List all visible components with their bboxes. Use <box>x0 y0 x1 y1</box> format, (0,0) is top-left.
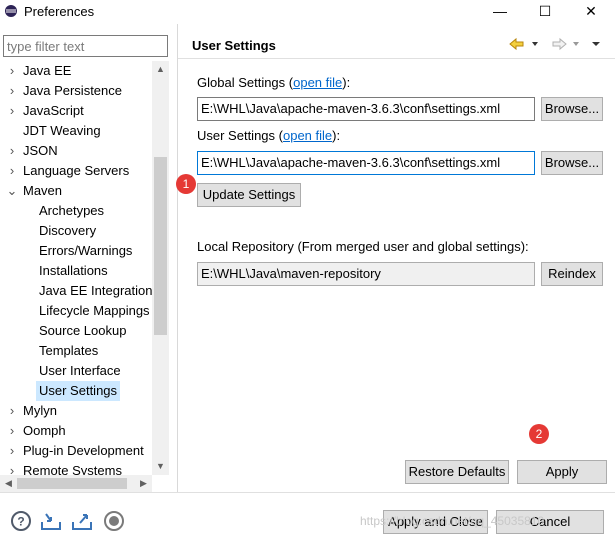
chevron-right-icon[interactable]: › <box>6 441 18 461</box>
export-icon[interactable] <box>71 510 93 532</box>
tree-item-label: JDT Weaving <box>23 123 101 138</box>
tree-item-label: Java EE <box>23 63 72 78</box>
tree-item-label: Remote Systems <box>23 463 122 475</box>
scroll-down-icon[interactable]: ▼ <box>152 458 169 475</box>
user-settings-field[interactable]: E:\WHL\Java\apache-maven-3.6.3\conf\sett… <box>197 151 535 175</box>
scrollbar-thumb[interactable] <box>154 157 167 335</box>
global-settings-field[interactable]: E:\WHL\Java\apache-maven-3.6.3\conf\sett… <box>197 97 535 121</box>
chevron-down-icon[interactable]: ⌄ <box>6 181 18 201</box>
chevron-right-icon[interactable]: › <box>6 101 18 121</box>
tree-item-label: Archetypes <box>39 203 105 218</box>
tree-item-label: JSON <box>23 143 58 158</box>
global-browse-button[interactable]: Browse... <box>541 97 603 121</box>
tree-item-label: Templates <box>39 343 99 358</box>
reindex-button[interactable]: Reindex <box>541 262 603 286</box>
tree-item-label: Errors/Warnings <box>39 243 133 258</box>
tree-item-label: Maven <box>23 183 63 198</box>
chevron-right-icon[interactable]: › <box>6 161 18 181</box>
chevron-right-icon[interactable]: › <box>6 421 18 441</box>
page-title: User Settings <box>192 38 276 53</box>
chevron-right-icon[interactable]: › <box>6 461 18 475</box>
annotation-badge-1: 1 <box>176 174 196 194</box>
back-menu-chevron-down-icon[interactable] <box>532 42 538 46</box>
chevron-right-icon[interactable]: › <box>6 81 18 101</box>
maximize-button[interactable]: ☐ <box>522 0 568 24</box>
tree-item-label: Java Persistence <box>23 83 122 98</box>
restore-defaults-button[interactable]: Restore Defaults <box>405 460 509 484</box>
record-icon[interactable] <box>103 510 125 532</box>
update-settings-button[interactable]: Update Settings <box>197 183 301 207</box>
tree-item-label: JavaScript <box>23 103 84 118</box>
back-arrow-icon[interactable] <box>509 37 524 51</box>
tree-item-label: Mylyn <box>23 403 57 418</box>
user-browse-button[interactable]: Browse... <box>541 151 603 175</box>
apply-button[interactable]: Apply <box>517 460 607 484</box>
forward-arrow-icon[interactable] <box>552 37 567 51</box>
minimize-button[interactable]: — <box>477 0 523 24</box>
annotation-badge-2: 2 <box>529 424 549 444</box>
view-menu-icon[interactable] <box>592 42 600 46</box>
help-icon[interactable]: ? <box>10 510 32 532</box>
import-icon[interactable] <box>40 510 62 532</box>
chevron-right-icon[interactable]: › <box>6 141 18 161</box>
panel-divider <box>177 24 178 492</box>
tree-item-label: User Interface <box>39 363 121 378</box>
tree-horizontal-scrollbar[interactable]: ◀ ▶ <box>0 475 152 492</box>
title-bar: Preferences — ☐ ✕ <box>0 0 615 24</box>
tree-item-label: Plug-in Development <box>23 443 144 458</box>
scroll-left-icon[interactable]: ◀ <box>0 475 17 492</box>
global-settings-open-file-link[interactable]: open file <box>293 75 342 90</box>
page-nav <box>508 36 608 55</box>
eclipse-app-icon <box>5 5 17 17</box>
tree-item-label: Oomph <box>23 423 66 438</box>
watermark: https://blog.csdn.net/qq_45035810 <box>360 514 545 528</box>
tree-item-label: User Settings <box>36 381 121 401</box>
chevron-right-icon[interactable]: › <box>6 401 18 421</box>
scroll-up-icon[interactable]: ▲ <box>152 61 169 78</box>
local-repository-field: E:\WHL\Java\maven-repository <box>197 262 535 286</box>
tree-item-label: Source Lookup <box>39 323 127 338</box>
svg-text:?: ? <box>17 515 24 529</box>
tree-item-label: Java EE Integration <box>39 283 152 298</box>
scroll-right-icon[interactable]: ▶ <box>135 475 152 492</box>
global-settings-label: Global Settings (open file): <box>197 75 351 90</box>
tree-item-label: Installations <box>39 263 108 278</box>
window-title: Preferences <box>24 4 95 19</box>
tree-item-label: Language Servers <box>23 163 130 178</box>
user-settings-label: User Settings (open file): <box>197 128 341 143</box>
tree-vertical-scrollbar[interactable]: ▲ ▼ <box>152 61 169 475</box>
hscrollbar-thumb[interactable] <box>17 478 127 489</box>
close-button[interactable]: ✕ <box>568 0 614 24</box>
tree-item-label: Lifecycle Mappings <box>39 303 150 318</box>
forward-menu-chevron-down-icon[interactable] <box>573 42 579 46</box>
filter-input[interactable] <box>3 35 168 57</box>
tree-item-label: Discovery <box>39 223 97 238</box>
user-settings-open-file-link[interactable]: open file <box>283 128 332 143</box>
header-separator <box>178 58 615 59</box>
chevron-right-icon[interactable]: › <box>6 61 18 81</box>
preferences-tree: › Java EE › Java Persistence › JavaScript JDT … <box>0 61 152 475</box>
footer-separator <box>0 492 615 493</box>
local-repository-label: Local Repository (From merged user and g… <box>197 239 529 254</box>
